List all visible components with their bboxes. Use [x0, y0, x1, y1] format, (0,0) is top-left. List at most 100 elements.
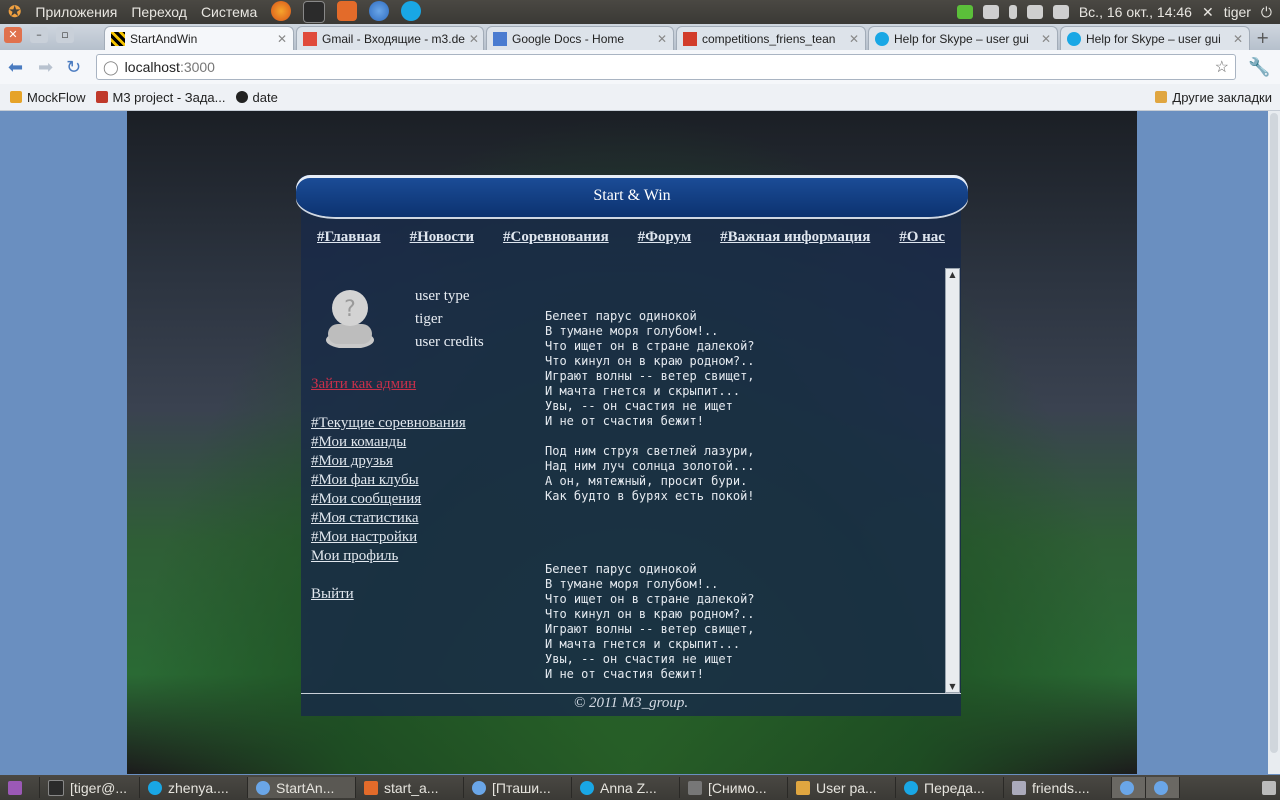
menu-places[interactable]: Переход: [131, 4, 187, 20]
tab-google-docs[interactable]: Google Docs - Home ✕: [486, 26, 674, 50]
nav-competitions[interactable]: #Соревнования: [503, 229, 609, 253]
workspace-1[interactable]: [1112, 777, 1146, 798]
chromium-icon[interactable]: [369, 1, 390, 21]
task-skype-transfer[interactable]: Переда...: [896, 777, 1004, 798]
reload-icon[interactable]: ↻: [66, 57, 81, 78]
scroll-up-arrow-icon[interactable]: ▲: [947, 269, 958, 280]
keyboard-icon[interactable]: [982, 5, 999, 19]
tab-close-icon[interactable]: ✕: [653, 32, 667, 46]
google-docs-icon: [493, 31, 507, 46]
terminal-icon[interactable]: [303, 1, 326, 23]
admin-login-link[interactable]: Зайти как админ: [311, 376, 416, 393]
os-top-panel: ✪ Приложения Переход Система Вс., 16 окт…: [0, 0, 1280, 24]
menu-my-fan-clubs[interactable]: #Мои фан клубы: [311, 471, 466, 490]
nav-home[interactable]: #Главная: [317, 229, 381, 253]
tab-close-icon[interactable]: ✕: [1037, 32, 1051, 46]
window-maximize-button[interactable]: ▫: [56, 27, 74, 43]
forward-arrow-icon[interactable]: ➡: [38, 57, 53, 78]
update-check-icon[interactable]: [956, 5, 973, 19]
wrench-menu-icon[interactable]: 🔧: [1248, 57, 1270, 78]
tab-skype-help-1[interactable]: Help for Skype – user gui ✕: [868, 26, 1058, 50]
window-minimize-button[interactable]: –: [30, 27, 48, 43]
terminal-icon: [48, 779, 64, 796]
user-switch-icon[interactable]: ✕: [1202, 4, 1214, 21]
user-credits: user credits: [415, 334, 484, 350]
trash-icon[interactable]: [1254, 777, 1280, 798]
menu-my-settings[interactable]: #Мои настройки: [311, 528, 466, 547]
skype-icon: [1067, 31, 1081, 46]
network-icon[interactable]: [1026, 5, 1043, 19]
menu-my-friends[interactable]: #Мои друзья: [311, 452, 466, 471]
skype-icon[interactable]: [401, 1, 422, 21]
task-friends[interactable]: friends....: [1004, 777, 1112, 798]
task-chromium[interactable]: [Пташи...: [464, 777, 572, 798]
task-startandwin[interactable]: StartAn...: [248, 777, 356, 798]
show-desktop-button[interactable]: [0, 777, 40, 798]
firefox-icon[interactable]: [271, 1, 292, 21]
task-skype-anna[interactable]: Anna Z...: [572, 777, 680, 798]
content-text-area[interactable]: Белеет парус одинокой В тумане моря голу…: [545, 279, 943, 691]
window-close-button[interactable]: ✕: [4, 27, 22, 43]
logout-link[interactable]: Выйти: [311, 586, 354, 603]
menu-my-teams[interactable]: #Мои команды: [311, 433, 466, 452]
power-icon[interactable]: ⏻: [1261, 4, 1272, 21]
workspace-2[interactable]: [1146, 777, 1180, 798]
task-terminal[interactable]: [tiger@...: [40, 777, 140, 798]
clock[interactable]: Вс., 16 окт., 14:46: [1079, 4, 1192, 20]
tab-close-icon[interactable]: ✕: [845, 32, 859, 46]
tab-close-icon[interactable]: ✕: [273, 32, 287, 46]
bookmark-label: date: [252, 89, 278, 105]
tab-close-icon[interactable]: ✕: [1229, 32, 1243, 46]
menu-my-statistics[interactable]: #Моя статистика: [311, 509, 466, 528]
tab-close-icon[interactable]: ✕: [465, 32, 479, 46]
task-mockflow[interactable]: start_a...: [356, 777, 464, 798]
tab-competitions[interactable]: competitions_friens_tean ✕: [676, 26, 866, 50]
mockflow-icon: [10, 91, 22, 103]
bookmark-date[interactable]: date: [235, 89, 278, 105]
volume-icon[interactable]: [1052, 5, 1069, 19]
ubuntu-logo-icon[interactable]: ✪: [8, 2, 21, 22]
nav-important-info[interactable]: #Важная информация: [720, 229, 870, 253]
pdf-icon: [683, 31, 697, 46]
scroll-down-arrow-icon[interactable]: ▼: [947, 681, 958, 692]
trash-bin-icon: [1262, 780, 1276, 795]
bluetooth-icon[interactable]: [1008, 5, 1017, 19]
menu-system[interactable]: Система: [201, 4, 257, 20]
task-label: friends....: [1032, 779, 1090, 796]
gmail-icon: [303, 31, 317, 46]
task-user-page[interactable]: User pa...: [788, 777, 896, 798]
menu-my-profile[interactable]: Мои профиль: [311, 547, 466, 566]
footer-copyright: © 2011 M3_group.: [573, 695, 689, 711]
username: tiger: [415, 311, 443, 327]
nav-forum[interactable]: #Форум: [638, 229, 692, 253]
menu-current-competitions[interactable]: #Текущие соревнования: [311, 414, 466, 433]
menu-applications[interactable]: Приложения: [35, 4, 117, 20]
page-info-icon[interactable]: ◯: [103, 59, 119, 76]
tab-skype-help-2[interactable]: Help for Skype – user gui ✕: [1060, 26, 1250, 50]
taskbar: [tiger@... zhenya.... StartAn... start_a…: [0, 775, 1280, 800]
tab-gmail[interactable]: Gmail - Входящие - m3.de ✕: [296, 26, 484, 50]
chromium-icon: [256, 780, 270, 795]
bookmark-star-icon[interactable]: ☆: [1215, 57, 1229, 77]
task-skype-zhenya[interactable]: zhenya....: [140, 777, 248, 798]
back-arrow-icon[interactable]: ⬅: [8, 57, 23, 78]
mockflow-icon[interactable]: [337, 1, 358, 21]
task-label: User pa...: [816, 779, 877, 796]
address-host: localhost: [124, 59, 180, 75]
bookmark-mockflow[interactable]: MockFlow: [10, 90, 86, 105]
tab-startandwin[interactable]: StartAndWin ✕: [104, 26, 294, 50]
page-scrollbar[interactable]: [1268, 111, 1280, 774]
address-bar[interactable]: ◯ localhost:3000 ☆: [96, 54, 1236, 80]
task-screenshot[interactable]: [Снимо...: [680, 777, 788, 798]
user-name[interactable]: tiger: [1224, 4, 1251, 20]
menu-my-messages[interactable]: #Мои сообщения: [311, 490, 466, 509]
other-bookmarks[interactable]: Другие закладки: [1155, 90, 1272, 105]
nav-about[interactable]: #О нас: [899, 229, 945, 253]
desktop-icon: [8, 780, 22, 795]
task-label: Переда...: [924, 779, 985, 796]
new-tab-button[interactable]: +: [1256, 28, 1269, 47]
content-scrollbar[interactable]: ▲ ▼: [945, 268, 960, 693]
bookmark-m3-project[interactable]: M3 project - Зада...: [95, 90, 226, 105]
chromium-icon: [1120, 780, 1134, 795]
nav-news[interactable]: #Новости: [410, 229, 474, 253]
